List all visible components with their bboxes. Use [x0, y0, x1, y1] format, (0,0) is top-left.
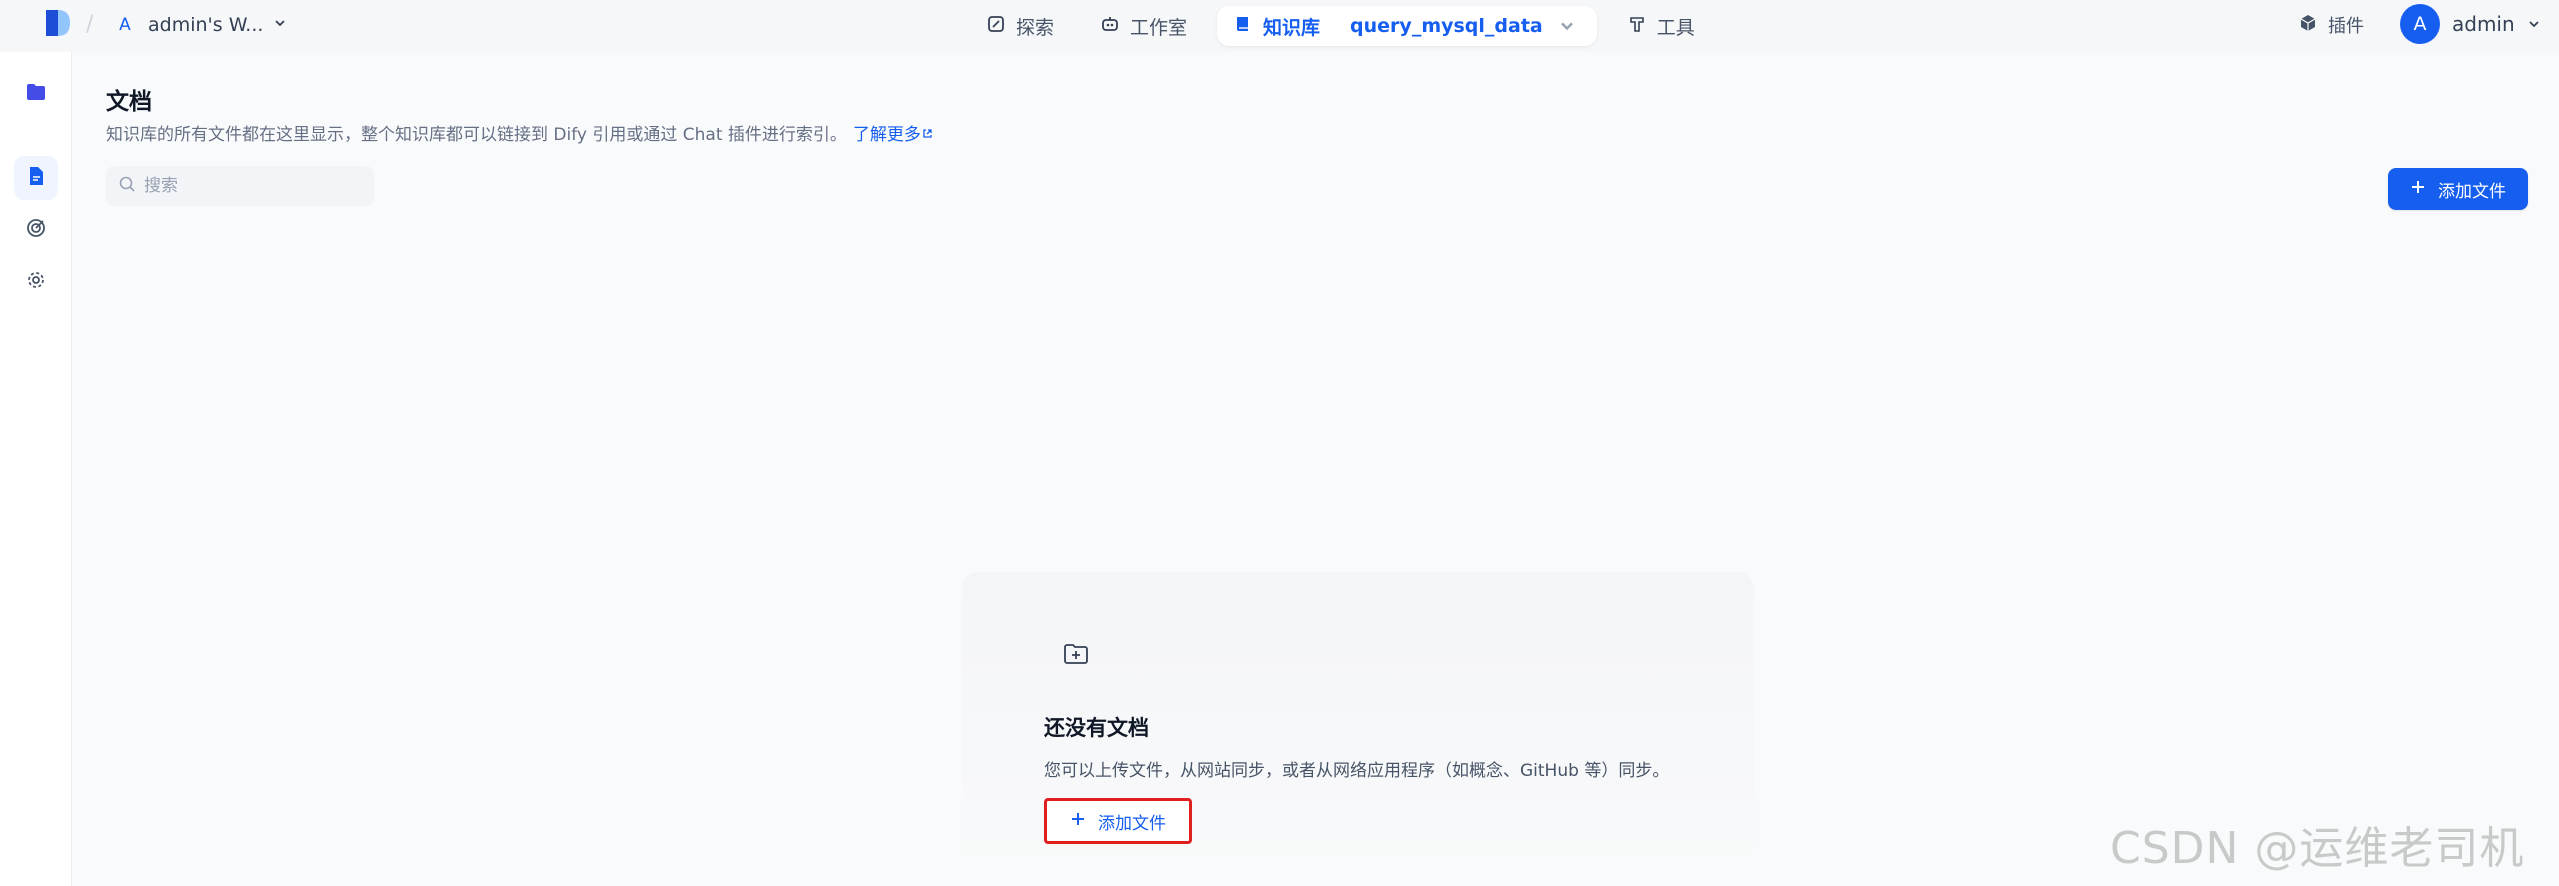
sidebar-item-settings[interactable] — [14, 260, 58, 304]
folder-icon — [25, 81, 47, 107]
sidebar-item-hit-testing[interactable] — [14, 208, 58, 252]
workspace-name: admin's W... — [148, 14, 264, 36]
external-link-icon — [921, 125, 934, 145]
nav-knowledge[interactable]: 知识库 query_mysql_data — [1217, 6, 1597, 46]
page-description: 知识库的所有文件都在这里显示，整个知识库都可以链接到 Dify 引用或通过 Ch… — [106, 120, 934, 145]
avatar: A — [2400, 4, 2440, 44]
empty-state-title: 还没有文档 — [1044, 716, 1149, 740]
empty-state: 还没有文档 您可以上传文件，从网站同步，或者从网络应用程序（如概念、GitHub… — [962, 572, 1754, 882]
chevron-down-icon — [273, 16, 287, 34]
workspace-initial: A — [119, 15, 131, 35]
learn-more-label: 了解更多 — [852, 125, 921, 145]
gear-icon — [25, 269, 47, 295]
documents-page: 文档 知识库的所有文件都在这里显示，整个知识库都可以链接到 Dify 引用或通过… — [72, 52, 2559, 886]
nav-explore[interactable]: 探索 — [970, 6, 1070, 46]
dataset-sidebar — [0, 52, 72, 886]
user-menu[interactable]: A admin — [2400, 4, 2541, 44]
robot-icon — [1100, 14, 1120, 39]
search-box[interactable] — [106, 166, 374, 206]
add-file-label: 添加文件 — [2438, 181, 2506, 202]
search-input[interactable] — [144, 176, 364, 196]
dify-logo[interactable] — [44, 8, 72, 38]
chevron-down-icon — [1557, 15, 1577, 38]
workspace-selector[interactable]: A admin's W... — [112, 12, 287, 38]
nav-tools-label: 工具 — [1656, 16, 1695, 39]
explore-icon — [986, 14, 1006, 39]
document-icon — [25, 165, 47, 191]
add-file-button[interactable]: 添加文件 — [2388, 168, 2528, 210]
page-description-text: 知识库的所有文件都在这里显示，整个知识库都可以链接到 Dify 引用或通过 Ch… — [106, 125, 847, 145]
nav-knowledge-label: 知识库 — [1263, 16, 1321, 39]
top-nav: / A admin's W... 探索 工作室 知识库 query_mysql_… — [0, 0, 2559, 52]
book-icon — [1233, 14, 1253, 39]
empty-add-file-label: 添加文件 — [1098, 813, 1166, 834]
folder-plus-icon — [1054, 632, 1098, 676]
nav-studio-label: 工作室 — [1130, 16, 1188, 39]
learn-more-link[interactable]: 了解更多 — [853, 125, 934, 145]
plugins-button[interactable]: 插件 — [2298, 12, 2364, 38]
nav-explore-label: 探索 — [1016, 16, 1055, 39]
plugins-label: 插件 — [2328, 16, 2364, 37]
chevron-down-icon — [2527, 12, 2541, 36]
empty-state-description: 您可以上传文件，从网站同步，或者从网络应用程序（如概念、GitHub 等）同步。 — [1044, 761, 1670, 781]
plus-icon — [1070, 811, 1086, 832]
dataset-folder-button[interactable] — [14, 72, 58, 116]
username: admin — [2452, 12, 2515, 36]
target-icon — [25, 217, 47, 243]
breadcrumb-separator: / — [86, 12, 94, 37]
search-icon — [118, 175, 136, 197]
nav-studio[interactable]: 工作室 — [1084, 6, 1203, 46]
sidebar-item-documents[interactable] — [14, 156, 58, 200]
dataset-selector[interactable]: query_mysql_data — [1350, 15, 1543, 37]
hammer-icon — [1627, 14, 1647, 39]
nav-tools[interactable]: 工具 — [1611, 6, 1711, 46]
main-nav: 探索 工作室 知识库 query_mysql_data 工具 — [970, 6, 1711, 46]
plus-icon — [2410, 179, 2426, 200]
cube-icon — [2298, 13, 2318, 38]
empty-add-file-button[interactable]: 添加文件 — [1044, 798, 1192, 844]
page-title: 文档 — [106, 89, 152, 115]
watermark: CSDN @运维老司机 — [2110, 823, 2525, 874]
